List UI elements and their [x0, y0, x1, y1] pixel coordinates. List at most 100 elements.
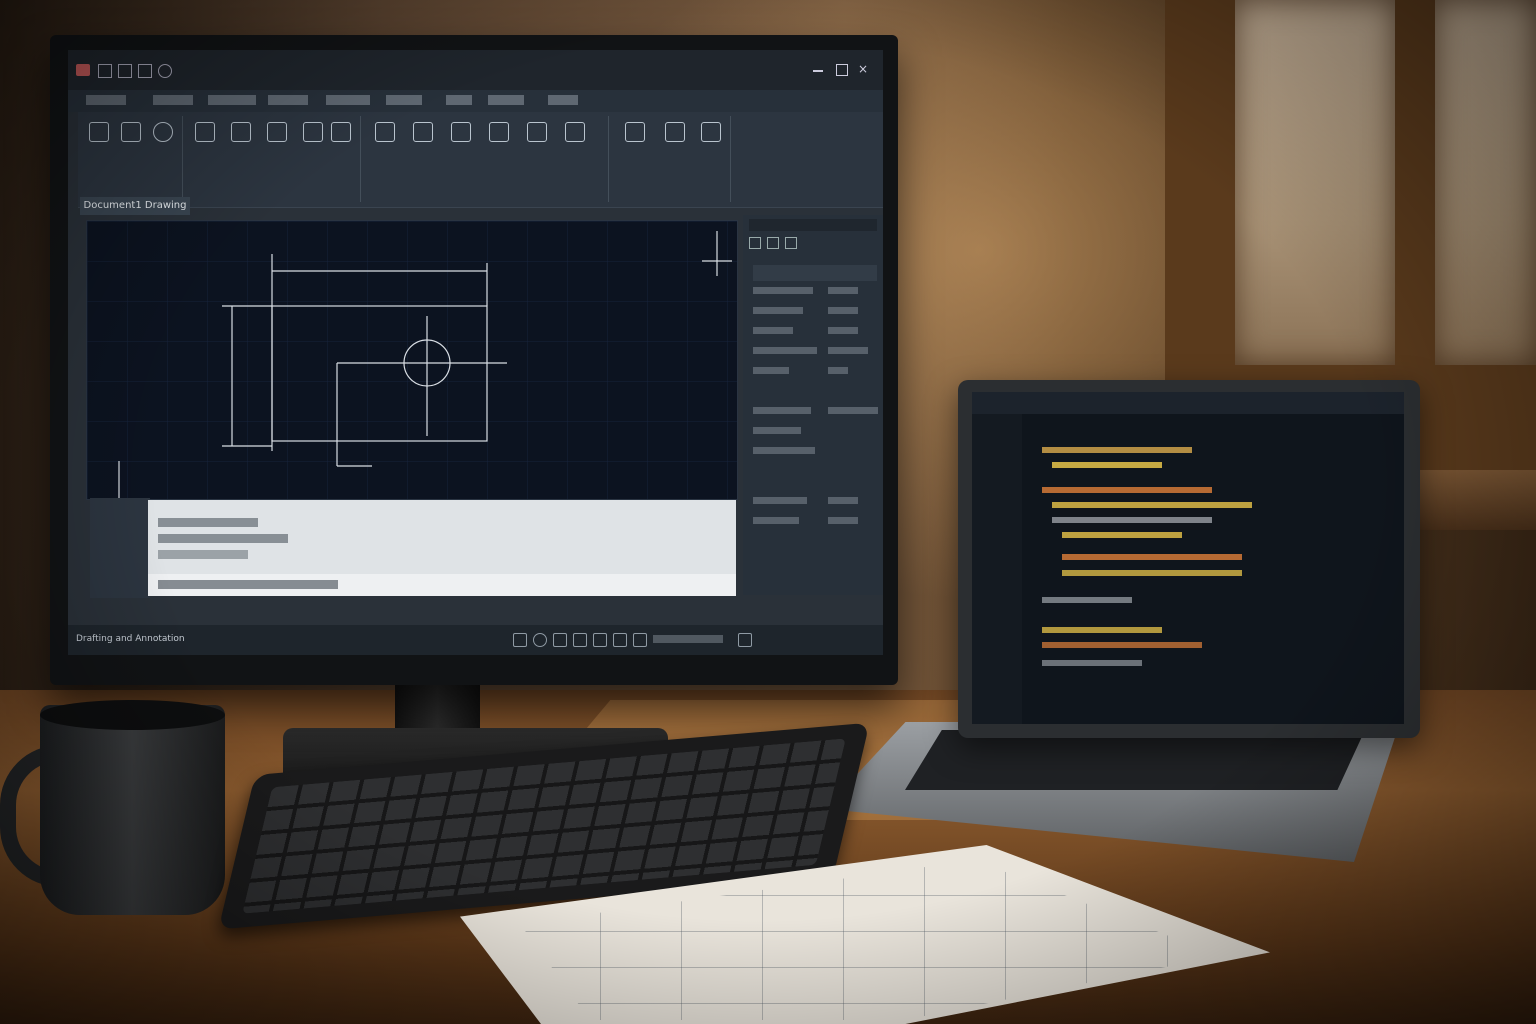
- insert-tool-button[interactable]: [658, 122, 692, 146]
- status-bar: Drafting and Annotation: [68, 625, 883, 655]
- command-history-line: [158, 550, 248, 559]
- status-text: Drafting and Annotation: [76, 634, 185, 644]
- property-row[interactable]: [753, 445, 877, 461]
- property-row[interactable]: [753, 515, 877, 531]
- property-row[interactable]: [753, 425, 877, 441]
- code-line: [1042, 447, 1192, 453]
- polyline-tool-button[interactable]: [114, 122, 148, 146]
- property-row[interactable]: [753, 495, 877, 511]
- circle-icon: [153, 122, 173, 142]
- annotation-scale-icon[interactable]: [633, 633, 647, 647]
- property-row[interactable]: [753, 285, 877, 301]
- circle-tool-button[interactable]: [146, 122, 180, 146]
- menu-item[interactable]: [488, 95, 524, 105]
- window-pane-right: [1435, 0, 1536, 365]
- close-icon[interactable]: ×: [858, 62, 868, 76]
- code-line: [1062, 554, 1242, 560]
- layer-tool-button[interactable]: [558, 122, 592, 146]
- rotate-icon: [231, 122, 251, 142]
- code-line: [1052, 462, 1162, 468]
- undo-icon[interactable]: [158, 64, 172, 78]
- ortho-toggle-icon[interactable]: [553, 633, 567, 647]
- minimize-icon[interactable]: [813, 70, 823, 72]
- menu-item[interactable]: [386, 95, 422, 105]
- hatch-tool-button[interactable]: [520, 122, 554, 146]
- properties-header: [749, 219, 877, 231]
- property-row[interactable]: [753, 405, 878, 421]
- hatch-icon: [527, 122, 547, 142]
- command-panel-gutter: [90, 498, 150, 598]
- property-row[interactable]: [753, 305, 877, 321]
- editor-line-gutter: [972, 414, 1022, 724]
- dimension-tool-button[interactable]: [406, 122, 440, 146]
- property-row[interactable]: [753, 265, 877, 281]
- workspace-switch[interactable]: [653, 635, 723, 643]
- menu-item[interactable]: [153, 95, 193, 105]
- code-line: [1062, 570, 1242, 576]
- move-icon: [195, 122, 215, 142]
- code-line: [1042, 487, 1212, 493]
- code-line: [1052, 517, 1212, 523]
- properties-panel: [743, 215, 883, 595]
- trim-icon: [267, 122, 287, 142]
- property-row[interactable]: [753, 365, 877, 381]
- ribbon-group-view: [610, 116, 731, 202]
- trim-tool-button[interactable]: [260, 122, 294, 146]
- cad-drawing: [87, 221, 737, 507]
- menu-item[interactable]: [268, 95, 308, 105]
- code-line: [1042, 597, 1132, 603]
- menu-item[interactable]: [446, 95, 472, 105]
- laptop-keyboard: [905, 730, 1365, 790]
- menu-item[interactable]: [86, 95, 126, 105]
- select-icon[interactable]: [749, 237, 761, 249]
- insert-icon: [665, 122, 685, 142]
- osnap-toggle-icon[interactable]: [593, 633, 607, 647]
- properties-tool-button[interactable]: [694, 122, 728, 146]
- line-icon: [89, 122, 109, 142]
- menu-item[interactable]: [208, 95, 256, 105]
- mug-rim: [40, 700, 225, 730]
- code-line: [1052, 502, 1252, 508]
- block-tool-button[interactable]: [618, 122, 652, 146]
- settings-gear-icon[interactable]: [738, 633, 752, 647]
- cad-application-window: × Document1 Drawing Drafting and Annotat…: [68, 50, 883, 655]
- line-tool-button[interactable]: [82, 122, 116, 146]
- dimension-icon: [413, 122, 433, 142]
- code-line: [1042, 627, 1162, 633]
- new-file-icon[interactable]: [98, 64, 112, 78]
- erase-icon: [331, 122, 351, 142]
- ribbon-toolbar: [78, 112, 883, 208]
- menu-item[interactable]: [326, 95, 370, 105]
- window-pane-left: [1235, 0, 1395, 365]
- ribbon-group-modify: [184, 116, 361, 202]
- table-tool-button[interactable]: [482, 122, 516, 146]
- polar-toggle-icon[interactable]: [573, 633, 587, 647]
- save-icon[interactable]: [138, 64, 152, 78]
- leader-tool-button[interactable]: [444, 122, 478, 146]
- properties-toolbar: [749, 237, 877, 251]
- grid-toggle-icon[interactable]: [513, 633, 527, 647]
- filter-icon[interactable]: [767, 237, 779, 249]
- property-row[interactable]: [753, 325, 877, 341]
- code-line: [1062, 532, 1182, 538]
- extend-icon: [303, 122, 323, 142]
- property-row[interactable]: [753, 345, 877, 361]
- open-file-icon[interactable]: [118, 64, 132, 78]
- title-bar: ×: [68, 50, 883, 90]
- rotate-tool-button[interactable]: [224, 122, 258, 146]
- erase-tool-button[interactable]: [324, 122, 358, 146]
- command-input[interactable]: [148, 574, 736, 596]
- lineweight-toggle-icon[interactable]: [613, 633, 627, 647]
- command-line-history: [148, 500, 736, 596]
- code-line: [1042, 660, 1142, 666]
- quick-select-icon[interactable]: [785, 237, 797, 249]
- move-tool-button[interactable]: [188, 122, 222, 146]
- maximize-icon[interactable]: [836, 64, 848, 76]
- snap-toggle-icon[interactable]: [533, 633, 547, 647]
- menu-item[interactable]: [548, 95, 578, 105]
- drawing-canvas[interactable]: [86, 220, 738, 507]
- text-tool-button[interactable]: [368, 122, 402, 146]
- polyline-icon: [121, 122, 141, 142]
- editor-title-bar: [972, 392, 1404, 414]
- drawing-file-tab[interactable]: Document1 Drawing: [80, 197, 190, 215]
